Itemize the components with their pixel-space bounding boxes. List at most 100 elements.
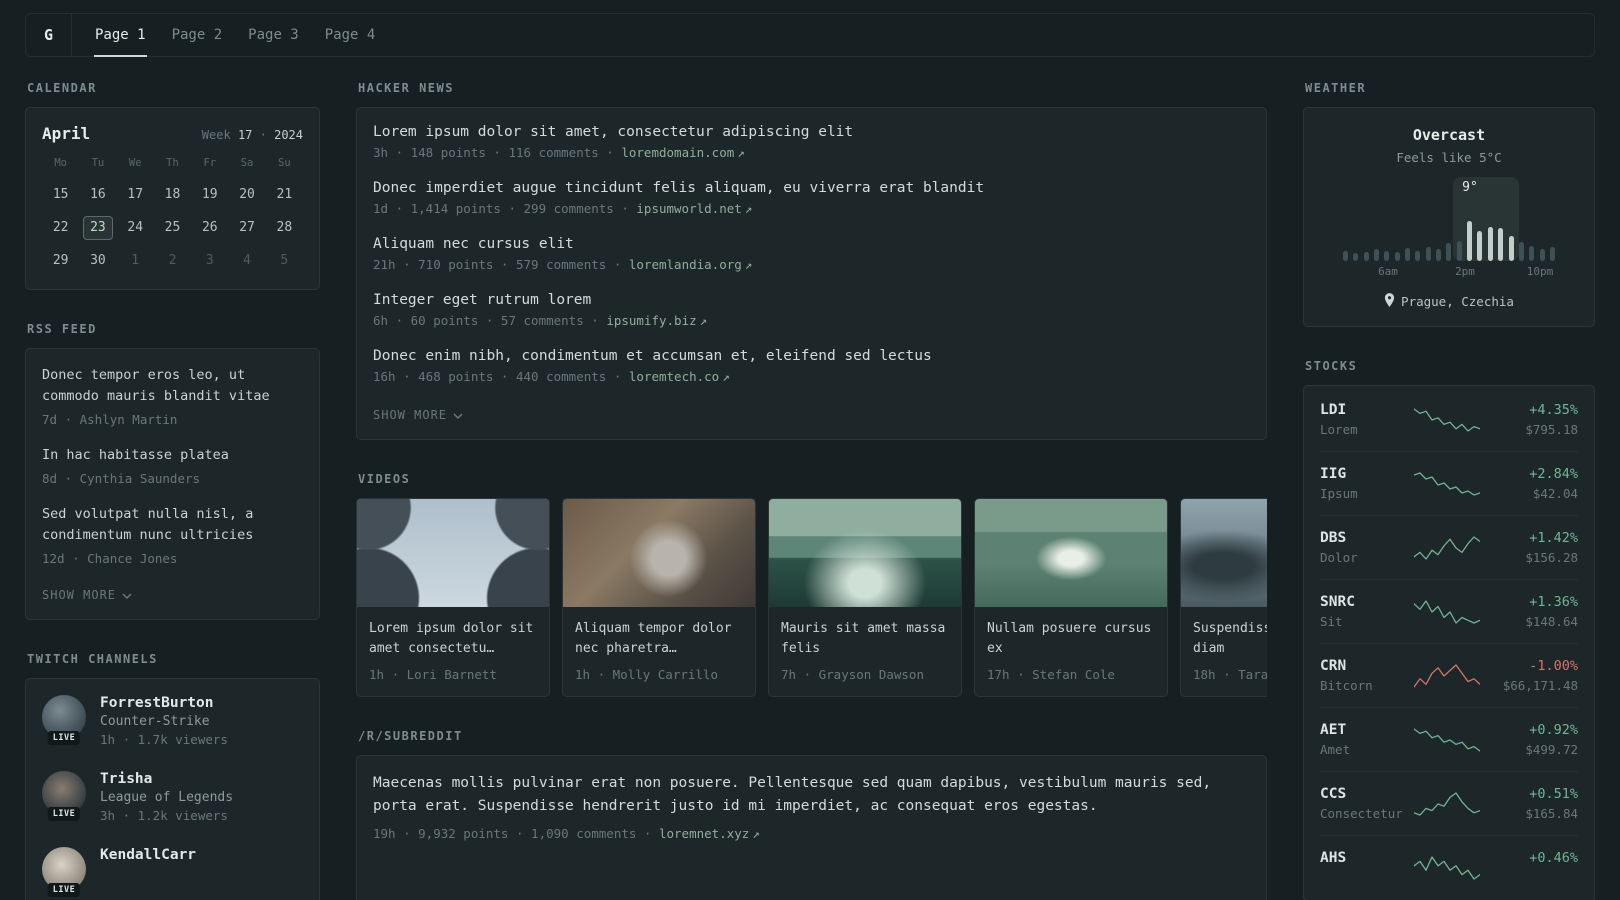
- rss-item-title[interactable]: In hac habitasse platea: [42, 445, 303, 466]
- video-thumbnail[interactable]: [357, 499, 549, 607]
- app-logo[interactable]: G: [26, 14, 72, 56]
- hn-item-title[interactable]: Aliquam nec cursus elit: [373, 236, 1250, 252]
- dow-label: Sa: [240, 157, 254, 169]
- stock-name: Amet: [1320, 742, 1351, 757]
- calendar-day: 18: [164, 187, 181, 202]
- video-title[interactable]: Mauris sit amet massa felis: [781, 619, 949, 659]
- stock-ticker[interactable]: CRN: [1320, 658, 1408, 674]
- tab-page-2[interactable]: Page 2: [159, 14, 236, 56]
- weather-location-text: Prague, Czechia: [1401, 294, 1514, 309]
- twitch-channel-name[interactable]: ForrestBurton: [100, 695, 228, 711]
- twitch-avatar[interactable]: LIVE: [42, 846, 86, 897]
- tab-page-3[interactable]: Page 3: [235, 14, 312, 56]
- stock-change: +0.51%: [1529, 786, 1578, 802]
- hn-item-domain-link[interactable]: loremdomain.com ↗: [621, 145, 744, 160]
- video-title[interactable]: Lorem ipsum dolor sit amet consectetu…: [369, 619, 537, 659]
- weather-time-label: 2pm: [1455, 265, 1475, 278]
- hn-item-domain-link[interactable]: ipsumworld.net ↗: [636, 201, 752, 216]
- calendar-card: April Week 17 · 2024 Mo Tu We Th Fr Sa S…: [25, 107, 320, 290]
- tab-page-1[interactable]: Page 1: [82, 14, 159, 57]
- calendar-day-next-month: 1: [131, 253, 140, 268]
- stock-row[interactable]: LDI Lorem +4.35% $795.18: [1320, 388, 1578, 451]
- hn-item-domain-link[interactable]: loremtech.co ↗: [629, 369, 730, 384]
- weather-bar: [1508, 235, 1514, 261]
- twitch-game-name[interactable]: League of Legends: [100, 790, 233, 805]
- hn-item-domain: loremtech.co: [628, 369, 720, 384]
- twitch-avatar[interactable]: LIVE: [42, 694, 86, 745]
- video-thumbnail[interactable]: [563, 499, 755, 607]
- calendar-day: 16: [90, 187, 106, 202]
- video-card-4[interactable]: Nullam posuere cursus ex 17h · Stefan Co…: [974, 498, 1168, 697]
- rss-item-title[interactable]: Sed volutpat nulla nisl, a condimentum n…: [42, 504, 303, 546]
- rss-item-meta: 12d · Chance Jones: [42, 550, 178, 566]
- stock-ticker[interactable]: LDI: [1320, 402, 1408, 418]
- weather-bar: [1477, 230, 1483, 261]
- twitch-channel-meta: 3h · 1.2k viewers: [100, 807, 228, 823]
- twitch-channel-name[interactable]: Trisha: [100, 771, 233, 787]
- calendar-days: 15 16 17 18 19 20 21 22 23 24 25 26 27 2…: [42, 183, 303, 273]
- weather-bar: [1425, 247, 1431, 261]
- tab-page-4[interactable]: Page 4: [312, 14, 389, 56]
- video-thumbnail[interactable]: [769, 499, 961, 607]
- stock-change: +0.46%: [1529, 850, 1578, 866]
- video-card-body: Aliquam tempor dolor nec pharetra… 1h · …: [563, 607, 755, 696]
- hn-item-domain: ipsumify.biz: [606, 313, 697, 328]
- subreddit-post-title[interactable]: Maecenas mollis pulvinar erat non posuer…: [373, 772, 1233, 818]
- stock-ticker[interactable]: AET: [1320, 722, 1408, 738]
- subreddit-widget: /r/subreddit Maecenas mollis pulvinar er…: [356, 729, 1267, 900]
- stock-row[interactable]: IIG Ipsum +2.84% $42.04: [1320, 451, 1578, 515]
- video-thumbnail[interactable]: [975, 499, 1167, 607]
- twitch-channel-name[interactable]: KendallCarr: [100, 847, 196, 863]
- stock-ticker[interactable]: SNRC: [1320, 594, 1408, 610]
- hn-item-title[interactable]: Donec imperdiet augue tincidunt felis al…: [373, 180, 1250, 196]
- hn-item: Aliquam nec cursus elit 21h · 710 points…: [373, 236, 1250, 272]
- weather-bar: [1363, 252, 1369, 261]
- video-title[interactable]: Aliquam tempor dolor nec pharetra…: [575, 619, 743, 659]
- hn-item-title[interactable]: Lorem ipsum dolor sit amet, consectetur …: [373, 124, 1250, 140]
- hn-item-meta: 21h · 710 points · 579 comments · loreml…: [373, 257, 1250, 272]
- hn-show-more-button[interactable]: SHOW MORE: [373, 408, 463, 422]
- twitch-avatar[interactable]: LIVE: [42, 770, 86, 821]
- stock-ticker[interactable]: IIG: [1320, 466, 1408, 482]
- stock-row[interactable]: CRN Bitcorn -1.00% $66,171.48: [1320, 643, 1578, 707]
- stock-name: [1320, 870, 1408, 885]
- calendar-separator: ·: [259, 128, 267, 142]
- calendar-day: 20: [239, 187, 255, 202]
- hn-item-title[interactable]: Integer eget rutrum lorem: [373, 292, 1250, 308]
- videos-widget: Videos Lorem ipsum dolor sit amet consec…: [356, 472, 1267, 697]
- subreddit-domain-link[interactable]: loremnet.xyz ↗: [659, 826, 760, 841]
- twitch-channel-row[interactable]: LIVE Trisha League of Legends 3h · 1.2k …: [42, 770, 303, 823]
- stock-row[interactable]: AET Amet +0.92% $499.72: [1320, 707, 1578, 771]
- twitch-game-name[interactable]: Counter-Strike: [100, 714, 228, 729]
- twitch-channel-row[interactable]: LIVE ForrestBurton Counter-Strike 1h · 1…: [42, 694, 303, 747]
- stock-row[interactable]: CCS Consectetur +0.51% $165.84: [1320, 771, 1578, 835]
- video-title[interactable]: Suspendisse diam: [1193, 619, 1267, 659]
- left-column: Calendar April Week 17 · 2024 Mo Tu: [25, 81, 320, 900]
- video-card-5[interactable]: Suspendisse diam 18h · Tara: [1180, 498, 1267, 697]
- stock-ticker[interactable]: AHS: [1320, 850, 1408, 866]
- stock-values: +0.46%: [1486, 850, 1578, 885]
- video-card-2[interactable]: Aliquam tempor dolor nec pharetra… 1h · …: [562, 498, 756, 697]
- hn-item-meta-text: 21h · 710 points · 579 comments ·: [373, 257, 622, 272]
- rss-show-more-button[interactable]: SHOW MORE: [42, 588, 132, 602]
- hn-item-domain-link[interactable]: ipsumify.biz ↗: [606, 313, 707, 328]
- video-thumbnail[interactable]: [1181, 499, 1267, 607]
- hn-item-domain-link[interactable]: loremlandia.org ↗: [629, 257, 752, 272]
- stock-row[interactable]: DBS Dolor +1.42% $156.28: [1320, 515, 1578, 579]
- weather-time-label: 6am: [1378, 265, 1398, 278]
- video-meta: 1h · Molly Carrillo: [575, 667, 718, 682]
- rss-item-title[interactable]: Donec tempor eros leo, ut commodo mauris…: [42, 365, 303, 407]
- hacker-news-widget: Hacker News Lorem ipsum dolor sit amet, …: [356, 81, 1267, 440]
- twitch-channel-info: ForrestBurton Counter-Strike 1h · 1.7k v…: [100, 695, 228, 747]
- twitch-channel-row[interactable]: LIVE KendallCarr: [42, 846, 303, 897]
- stock-ticker[interactable]: CCS: [1320, 786, 1408, 802]
- rss-item-meta: 7d · Ashlyn Martin: [42, 411, 178, 427]
- video-card-3[interactable]: Mauris sit amet massa felis 7h · Grayson…: [768, 498, 962, 697]
- hn-item-title[interactable]: Donec enim nibh, condimentum et accumsan…: [373, 348, 1250, 364]
- stock-ticker[interactable]: DBS: [1320, 530, 1408, 546]
- video-card-1[interactable]: Lorem ipsum dolor sit amet consectetu… 1…: [356, 498, 550, 697]
- stock-row[interactable]: SNRC Sit +1.36% $148.64: [1320, 579, 1578, 643]
- stock-row[interactable]: AHS +0.46%: [1320, 835, 1578, 899]
- video-card-body: Mauris sit amet massa felis 7h · Grayson…: [769, 607, 961, 696]
- video-title[interactable]: Nullam posuere cursus ex: [987, 619, 1155, 659]
